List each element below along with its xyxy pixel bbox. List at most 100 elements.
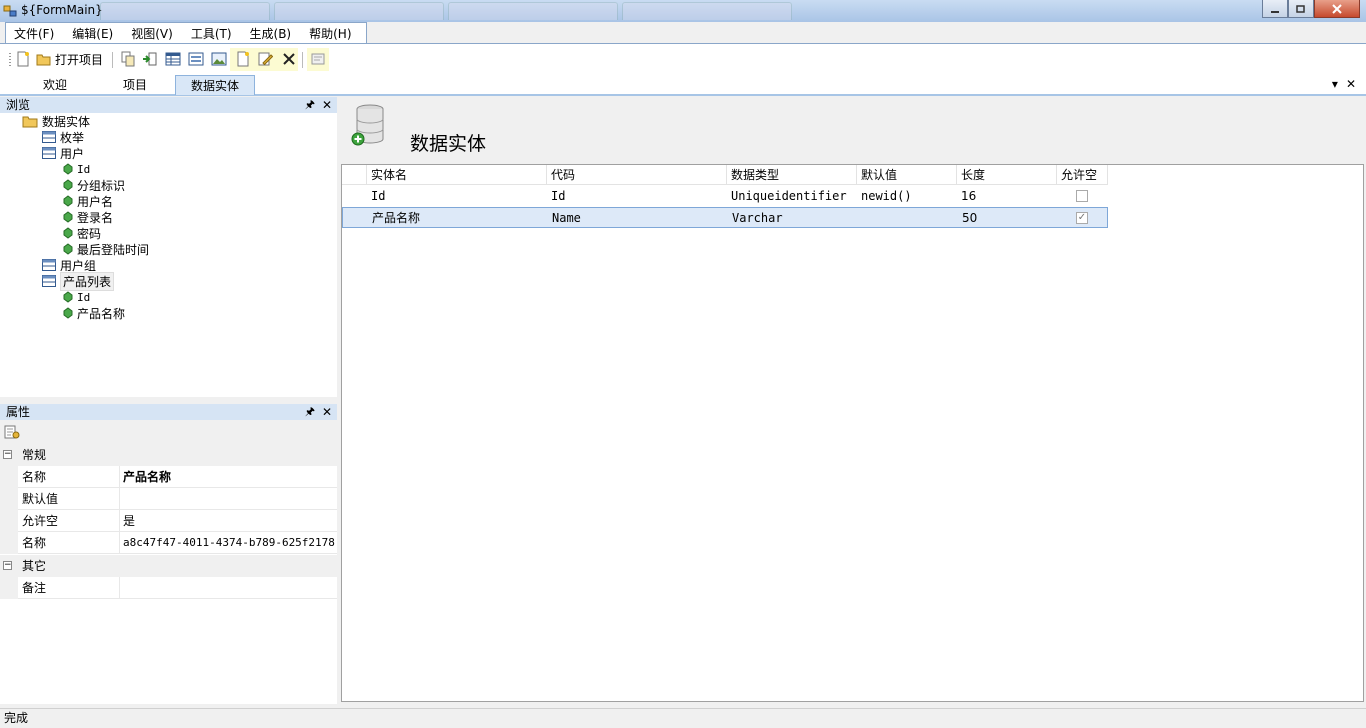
property-row[interactable]: 允许空 是 (0, 510, 337, 532)
minimize-icon (1271, 10, 1279, 13)
tree-node-field[interactable]: 产品名称 (63, 305, 125, 321)
image-button[interactable] (211, 50, 227, 68)
cell-length[interactable]: 50 (958, 208, 1058, 228)
nullable-checkbox-checked[interactable]: ✓ (1076, 212, 1088, 224)
tree-node-field[interactable]: 密码 (63, 225, 101, 241)
property-row[interactable]: 默认值 (0, 488, 337, 510)
field-icon (63, 291, 73, 303)
cell-name[interactable]: 产品名称 (368, 208, 548, 228)
property-value[interactable]: 产品名称 (121, 466, 337, 488)
cell-default[interactable]: newid() (857, 186, 957, 206)
column-header-nullable[interactable]: 允许空 (1057, 165, 1108, 185)
properties-panel: 属性 🖈 ✕ − 常规 名称 产品名称 默认值 允许空 是 名称 a8c47f4… (0, 404, 337, 704)
tab-data-entity[interactable]: 数据实体 (175, 75, 255, 95)
column-header-default[interactable]: 默认值 (857, 165, 957, 185)
form-view-button[interactable] (188, 50, 204, 68)
cell-type[interactable]: Varchar (728, 208, 858, 228)
table-icon (165, 52, 181, 66)
title-bar: ${FormMain} (0, 0, 1366, 22)
open-project-button[interactable]: 打开项目 (36, 50, 103, 68)
browse-panel: 浏览 🖈 ✕ 数据实体 枚举 用户 Id 分组标识 用户名 登录名 密码 最后登… (0, 97, 337, 397)
property-value[interactable]: a8c47f47-4011-4374-b789-625f2178... (121, 532, 337, 554)
status-text: 完成 (4, 711, 29, 725)
property-pages-icon[interactable] (4, 424, 20, 440)
collapse-icon[interactable]: − (3, 561, 12, 570)
cell-default[interactable] (858, 208, 958, 228)
import-button[interactable] (142, 50, 158, 68)
column-header-type[interactable]: 数据类型 (727, 165, 857, 185)
toolbar-grip[interactable] (9, 53, 11, 67)
tree-node-field[interactable]: 登录名 (63, 209, 113, 225)
pin-icon[interactable]: 🖈 (305, 97, 315, 113)
close-icon[interactable]: ✕ (322, 97, 332, 113)
cell-type[interactable]: Uniqueidentifier (727, 186, 857, 206)
property-row[interactable]: 名称 产品名称 (0, 466, 337, 488)
property-value[interactable]: 是 (121, 510, 337, 532)
tree-node-field[interactable]: 最后登陆时间 (63, 241, 149, 257)
column-header-name[interactable]: 实体名 (367, 165, 547, 185)
table-row[interactable]: Id Id Uniqueidentifier newid() 16 (342, 186, 1108, 207)
cell-name[interactable]: Id (367, 186, 547, 206)
tab-close-icon[interactable]: ✕ (1346, 77, 1356, 91)
grid-header: 实体名 代码 数据类型 默认值 长度 允许空 (342, 165, 1108, 185)
tab-dropdown-icon[interactable]: ▾ (1332, 77, 1338, 91)
menu-view[interactable]: 视图(V) (122, 24, 182, 44)
field-icon (63, 307, 73, 319)
property-category-general[interactable]: − 常规 (0, 444, 337, 466)
panel-splitter[interactable] (0, 397, 337, 403)
main-header: 数据实体 (340, 97, 1366, 163)
tree-node-root[interactable]: 数据实体 (22, 113, 90, 129)
tree-label: 密码 (77, 226, 102, 241)
column-header-code[interactable]: 代码 (547, 165, 727, 185)
tree-node-field[interactable]: Id (63, 289, 90, 305)
nullable-checkbox[interactable] (1076, 190, 1088, 202)
field-icon (63, 195, 73, 207)
copy-button[interactable] (120, 50, 136, 68)
tree-node-user[interactable]: 用户 (42, 145, 84, 161)
menu-edit[interactable]: 编辑(E) (63, 24, 122, 44)
tree-node-product-list[interactable]: 产品列表 (42, 271, 115, 291)
properties-panel-header: 属性 🖈 ✕ (0, 404, 337, 420)
app-icon (3, 5, 17, 17)
delete-button[interactable] (281, 50, 297, 68)
new-project-button[interactable] (15, 50, 31, 68)
tab-project[interactable]: 项目 (110, 75, 160, 95)
pin-icon[interactable]: 🖈 (305, 404, 315, 420)
field-icon (63, 163, 73, 175)
property-category-other[interactable]: − 其它 (0, 555, 337, 577)
property-name: 允许空 (18, 510, 120, 532)
cell-code[interactable]: Id (547, 186, 727, 206)
table-icon (42, 259, 56, 271)
toolbar: 打开项目 (0, 44, 1366, 74)
property-row[interactable]: 名称 a8c47f47-4011-4374-b789-625f2178... (0, 532, 337, 554)
property-value[interactable] (121, 488, 337, 510)
close-icon[interactable]: ✕ (322, 404, 332, 420)
table-view-button[interactable] (165, 50, 181, 68)
tab-welcome[interactable]: 欢迎 (30, 75, 80, 95)
table-row-selected[interactable]: 产品名称 Name Varchar 50 ✓ (342, 207, 1108, 228)
menu-bar: 文件(F) 编辑(E) 视图(V) 工具(T) 生成(B) 帮助(H) (5, 22, 367, 44)
close-window-button[interactable] (1314, 0, 1360, 18)
property-row[interactable]: 备注 (0, 577, 337, 599)
menu-build[interactable]: 生成(B) (241, 24, 301, 44)
property-name: 名称 (18, 466, 120, 488)
cell-length[interactable]: 16 (957, 186, 1057, 206)
tree-node-enum[interactable]: 枚举 (42, 129, 84, 145)
properties-button[interactable] (310, 50, 326, 68)
tree-node-field[interactable]: Id (63, 161, 90, 177)
collapse-icon[interactable]: − (3, 450, 12, 459)
properties-icon (311, 53, 325, 65)
minimize-button[interactable] (1262, 0, 1288, 18)
menu-tools[interactable]: 工具(T) (182, 24, 241, 44)
maximize-button[interactable] (1288, 0, 1314, 18)
menu-file[interactable]: 文件(F) (6, 24, 63, 44)
edit-button[interactable] (257, 50, 273, 68)
tree-node-field[interactable]: 分组标识 (63, 177, 125, 193)
cell-code[interactable]: Name (548, 208, 728, 228)
page-title: 数据实体 (410, 133, 487, 155)
menu-help[interactable]: 帮助(H) (300, 24, 360, 44)
tree-node-field[interactable]: 用户名 (63, 193, 113, 209)
new-entity-button[interactable] (235, 50, 251, 68)
property-value[interactable] (121, 577, 337, 599)
column-header-length[interactable]: 长度 (957, 165, 1057, 185)
